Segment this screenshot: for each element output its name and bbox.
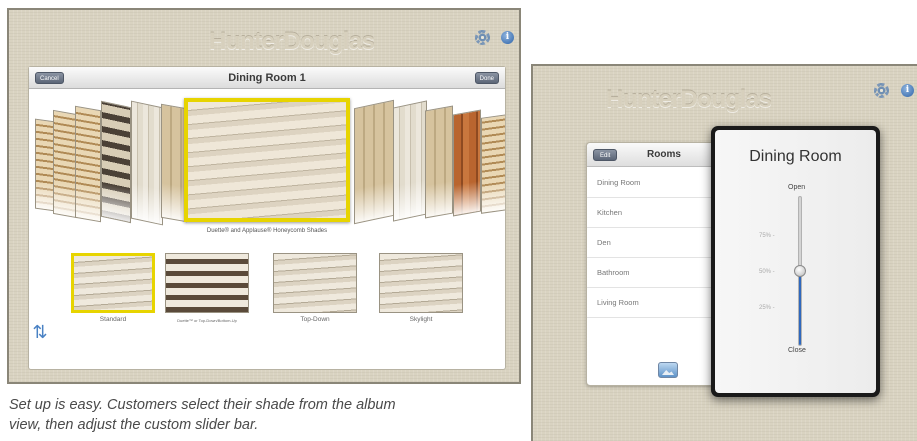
room-item-bathroom[interactable]: Bathroom [587,258,715,288]
thumbnail-label: Duette™ or Top-Down/Bottom-Up [177,318,237,323]
featured-shade-card[interactable] [184,98,350,222]
tick-label-25: 25% - [759,305,775,311]
rooms-title: Rooms [647,149,681,160]
info-icon[interactable]: i [901,84,914,97]
edit-button[interactable]: Edit [593,149,618,161]
gear-icon[interactable] [874,83,889,98]
tick-label-75: 75% - [759,233,775,239]
shade-coverflow[interactable]: Duette® and Applause® Honeycomb Shades [29,90,505,260]
shade-card[interactable] [393,100,427,222]
rooms-panel: Edit Rooms Dining Room Kitchen Den Bathr… [586,142,716,386]
shade-card[interactable] [101,100,131,224]
rooms-header: Edit Rooms [587,143,715,167]
tick-label-50: 50% - [759,269,775,275]
close-label: Close [788,347,806,354]
info-icon[interactable]: i [501,31,514,44]
thumbnail-label: Skylight [409,316,433,323]
slider-modal: Dining Room Open 75% - 50% - 25% - Close [711,126,880,397]
gear-icon[interactable] [475,30,490,45]
room-item-den[interactable]: Den [587,228,715,258]
done-button[interactable]: Done [474,72,499,84]
modal-title: Dining Room [749,148,842,165]
page-title: Dining Room 1 [228,72,306,84]
album-view-screen: HunterDouglas i Cancel Dining Room 1 Don… [7,8,521,384]
thumbnail-top-down-bottom-up[interactable] [165,253,249,313]
thumbnail-skylight[interactable] [379,253,463,313]
shade-album-panel: Cancel Dining Room 1 Done Duette® and Ap… [28,66,506,370]
shade-card[interactable] [453,109,481,217]
room-item-dining-room[interactable]: Dining Room [587,168,715,198]
slider-modal-body: Dining Room Open 75% - 50% - 25% - Close [715,130,876,393]
shade-card[interactable] [35,118,55,212]
thumbnail-standard[interactable] [71,253,155,313]
shade-card[interactable] [425,105,453,219]
open-label: Open [788,184,806,191]
refresh-icon[interactable]: ⇅ [31,324,49,342]
shade-slider-thumb[interactable] [794,265,806,277]
brand-logo: HunterDouglas [606,86,772,113]
shade-card[interactable] [53,109,77,219]
caption-text: Set up is easy. Customers select their s… [9,397,396,433]
thumbnail-top-down[interactable] [273,253,357,313]
nav-bar: Cancel Dining Room 1 Done [29,67,505,89]
shade-card[interactable] [481,114,505,214]
room-item-living-room[interactable]: Living Room [587,288,715,318]
room-item-kitchen[interactable]: Kitchen [587,198,715,228]
shade-card[interactable] [131,100,163,226]
photo-icon[interactable] [658,362,678,378]
style-thumbnails: Standard Duette™ or Top-Down/Bottom-Up T… [29,253,505,333]
thumbnail-label: Top-Down [300,316,330,323]
brand-logo: HunterDouglas [209,28,375,55]
shade-card[interactable] [354,99,394,225]
shade-slider-fill [799,270,801,345]
featured-shade-caption: Duette® and Applause® Honeycomb Shades [206,228,328,234]
shade-card[interactable] [75,105,101,223]
slider-view-screen: HunterDouglas i Edit Rooms Dining Room K… [531,64,917,441]
